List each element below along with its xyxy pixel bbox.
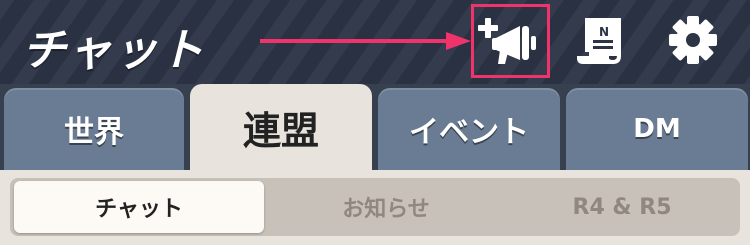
announcement-button[interactable] — [478, 12, 542, 70]
subtab-r4-r5[interactable]: R4 & R5 — [504, 178, 740, 236]
tab-world[interactable]: 世界 — [4, 88, 184, 170]
tab-dm[interactable]: DM — [566, 88, 748, 170]
tab-label: DM — [633, 114, 681, 144]
tab-label: 連盟 — [242, 108, 319, 153]
settings-button[interactable] — [665, 12, 721, 68]
svg-text:N: N — [599, 25, 609, 39]
subtab-label: R4 & R5 — [572, 194, 672, 220]
subtab-bar: チャット お知らせ R4 & R5 — [10, 178, 740, 236]
note-scroll-icon: N — [577, 18, 621, 64]
alliance-panel: チャット お知らせ R4 & R5 — [0, 170, 750, 245]
subtab-notice[interactable]: お知らせ — [268, 178, 504, 236]
gear-icon — [669, 16, 717, 64]
tab-label: イベント — [409, 115, 529, 150]
subtab-label: チャット — [95, 197, 183, 222]
chat-screen: チャット N 世界 連盟 イベント DM チャット お知らせ R4 & R5 — [0, 0, 750, 245]
subtab-label: お知らせ — [342, 197, 430, 222]
tab-alliance[interactable]: 連盟 — [190, 84, 372, 170]
megaphone-plus-icon — [478, 18, 536, 64]
tab-label: 世界 — [64, 115, 124, 150]
page-title: チャット — [22, 25, 206, 76]
subtab-chat[interactable]: チャット — [14, 181, 264, 233]
pointer-arrow — [260, 32, 471, 50]
channel-tabs: 世界 連盟 イベント DM — [0, 84, 750, 170]
notes-button[interactable]: N — [575, 12, 635, 68]
tab-event[interactable]: イベント — [378, 88, 560, 170]
